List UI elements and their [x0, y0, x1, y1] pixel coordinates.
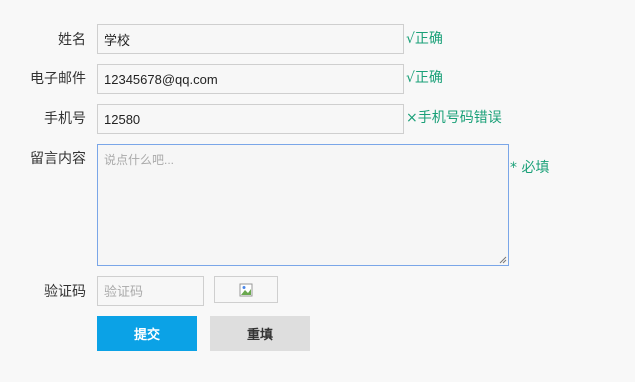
- email-input[interactable]: [97, 64, 404, 94]
- broken-image-icon: [239, 283, 253, 296]
- captcha-image[interactable]: [214, 276, 278, 303]
- name-label: 姓名: [58, 32, 86, 48]
- message-status: * 必填: [510, 160, 550, 176]
- captcha-input[interactable]: [97, 276, 204, 306]
- email-label: 电子邮件: [30, 71, 86, 87]
- name-input[interactable]: [97, 24, 404, 54]
- message-textarea[interactable]: [97, 144, 509, 266]
- submit-button[interactable]: 提交: [97, 316, 197, 351]
- name-status: √正确: [406, 31, 443, 47]
- email-status: √正确: [406, 70, 443, 86]
- message-label: 留言内容: [30, 151, 86, 167]
- phone-label: 手机号: [44, 111, 86, 127]
- phone-input[interactable]: [97, 104, 404, 134]
- captcha-label: 验证码: [44, 284, 86, 300]
- phone-status: ×手机号码错误: [406, 110, 502, 126]
- reset-button[interactable]: 重填: [210, 316, 310, 351]
- resize-grip-icon[interactable]: [499, 256, 507, 264]
